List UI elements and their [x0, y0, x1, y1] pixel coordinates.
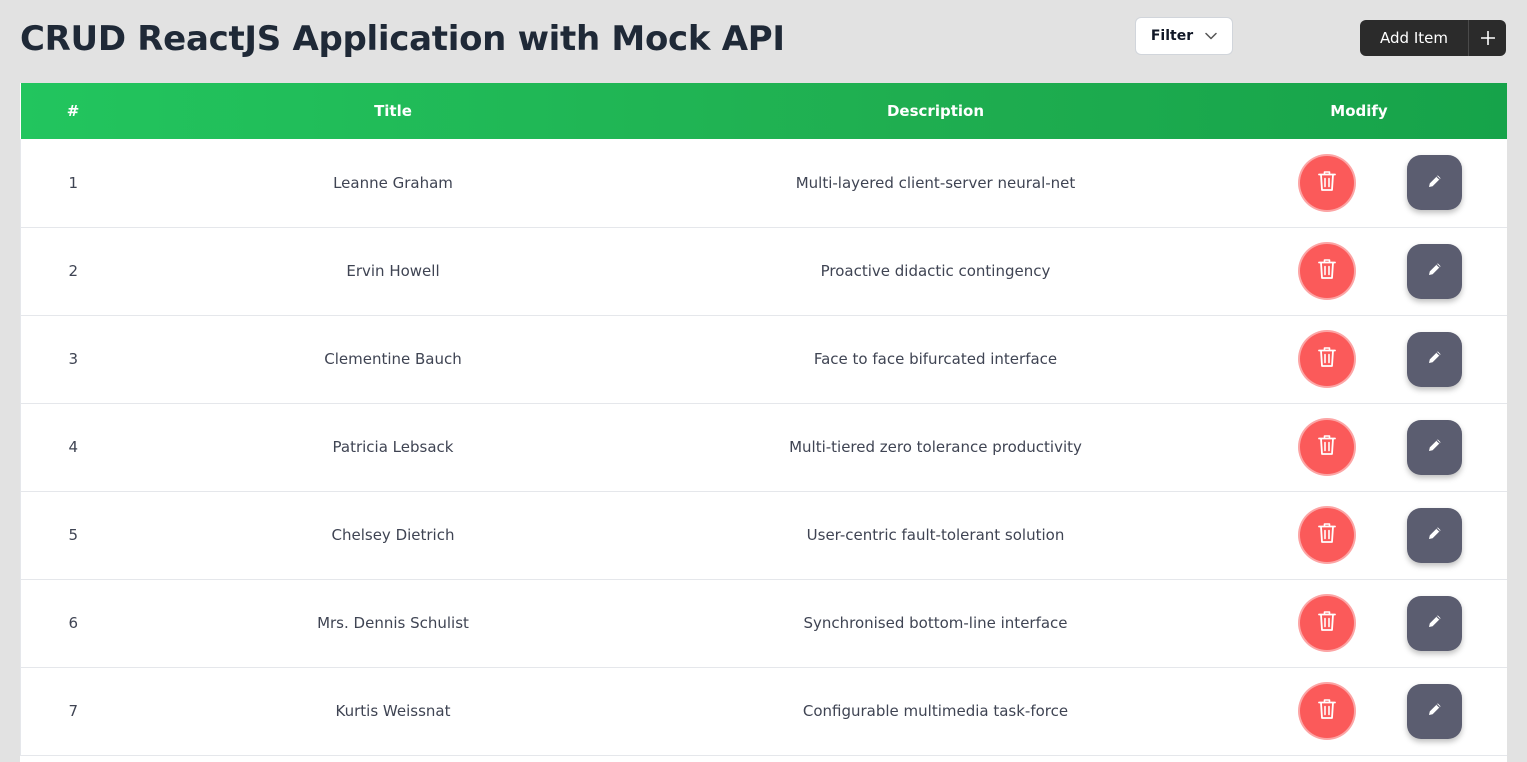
cell-title: Chelsey Dietrich — [331, 526, 455, 544]
add-item-label: Add Item — [1380, 29, 1448, 47]
delete-button[interactable] — [1300, 332, 1355, 386]
cell-title: Kurtis Weissnat — [335, 702, 451, 720]
edit-button[interactable] — [1407, 595, 1463, 651]
row-actions — [1211, 683, 1508, 739]
cell-description: User-centric fault-tolerant solution — [806, 526, 1065, 544]
row-actions — [1211, 419, 1508, 475]
cell-modify — [1211, 667, 1508, 755]
cell-modify — [1211, 227, 1508, 315]
cell-description: Synchronised bottom-line interface — [803, 614, 1068, 632]
edit-button[interactable] — [1407, 243, 1463, 299]
table-row: 4 Patricia Lebsack Multi-tiered zero tol… — [20, 403, 1508, 491]
pencil-icon — [1427, 349, 1443, 369]
trash-icon — [1318, 258, 1337, 284]
items-table-container: # Title Description Modify 1 Leanne Grah… — [20, 83, 1507, 762]
cell-description: Face to face bifurcated interface — [813, 350, 1058, 368]
edit-button[interactable] — [1407, 155, 1463, 211]
cell-modify — [1211, 491, 1508, 579]
cell-number: 5 — [68, 526, 79, 544]
trash-icon — [1318, 698, 1337, 724]
table-row: 7 Kurtis Weissnat Configurable multimedi… — [20, 667, 1508, 755]
edit-button[interactable] — [1407, 507, 1463, 563]
cell-modify — [1211, 403, 1508, 491]
filter-button-label: Filter — [1150, 28, 1194, 44]
trash-icon — [1318, 434, 1337, 460]
cell-title: Leanne Graham — [333, 173, 453, 192]
cell-description: Configurable multimedia task-force — [802, 702, 1069, 720]
trash-icon — [1318, 522, 1337, 548]
cell-description: Multi-tiered zero tolerance productivity — [789, 438, 1082, 456]
cell-title: Mrs. Dennis Schulist — [317, 614, 469, 632]
delete-button[interactable] — [1300, 684, 1355, 738]
chevron-down-icon — [1205, 32, 1217, 40]
table-row: 1 Leanne Graham Multi-layered client-ser… — [20, 139, 1508, 227]
cell-number: 6 — [68, 614, 79, 632]
table-body: 1 Leanne Graham Multi-layered client-ser… — [20, 139, 1508, 755]
cell-number: 4 — [68, 438, 79, 456]
row-actions — [1211, 507, 1508, 563]
delete-button[interactable] — [1300, 244, 1355, 298]
pencil-icon — [1427, 701, 1443, 721]
edit-button[interactable] — [1407, 683, 1463, 739]
trash-icon — [1318, 610, 1337, 636]
table-row: 2 Ervin Howell Proactive didactic contin… — [20, 227, 1508, 315]
table-row: 3 Clementine Bauch Face to face bifurcat… — [20, 315, 1508, 403]
delete-button[interactable] — [1300, 155, 1355, 210]
filter-button[interactable]: Filter — [1135, 17, 1233, 55]
cell-number: 2 — [68, 262, 79, 280]
app-page: CRUD ReactJS Application with Mock API F… — [0, 0, 1527, 762]
table-header-row: # Title Description Modify — [20, 83, 1507, 139]
cell-description: Proactive didactic contingency — [820, 262, 1051, 280]
cell-modify — [1211, 315, 1508, 403]
row-actions — [1211, 331, 1508, 387]
cell-modify — [1211, 579, 1508, 667]
trash-icon — [1318, 346, 1337, 372]
column-header-title: Title — [374, 102, 412, 120]
delete-button[interactable] — [1300, 420, 1355, 474]
page-title: CRUD ReactJS Application with Mock API — [20, 19, 785, 59]
pencil-icon — [1427, 261, 1443, 281]
cell-title: Ervin Howell — [346, 262, 440, 280]
row-actions — [1211, 243, 1508, 299]
edit-button[interactable] — [1407, 331, 1463, 387]
cell-description: Multi-layered client-server neural-net — [795, 173, 1076, 192]
add-item-button[interactable]: Add Item — [1360, 20, 1506, 56]
row-actions — [1211, 155, 1508, 211]
pencil-icon — [1427, 437, 1443, 457]
delete-button[interactable] — [1300, 508, 1355, 562]
trash-icon — [1318, 170, 1337, 196]
cell-number: 3 — [68, 350, 79, 368]
cell-number: 7 — [68, 702, 79, 720]
table-row: 5 Chelsey Dietrich User-centric fault-to… — [20, 491, 1508, 579]
row-actions — [1211, 595, 1508, 651]
edit-button[interactable] — [1407, 419, 1463, 475]
items-table: # Title Description Modify 1 Leanne Grah… — [20, 83, 1507, 756]
column-header-number: # — [66, 102, 80, 120]
column-header-description: Description — [886, 102, 985, 120]
cell-title: Clementine Bauch — [324, 350, 462, 368]
table-row: 6 Mrs. Dennis Schulist Synchronised bott… — [20, 579, 1508, 667]
column-header-modify: Modify — [1330, 102, 1388, 120]
cell-title: Patricia Lebsack — [332, 438, 454, 456]
pencil-icon — [1427, 613, 1443, 633]
delete-button[interactable] — [1300, 596, 1355, 650]
pencil-icon — [1427, 525, 1443, 545]
cell-number: 1 — [68, 173, 79, 192]
cell-modify — [1211, 139, 1508, 227]
pencil-icon — [1427, 173, 1443, 193]
plus-icon — [1468, 20, 1506, 56]
